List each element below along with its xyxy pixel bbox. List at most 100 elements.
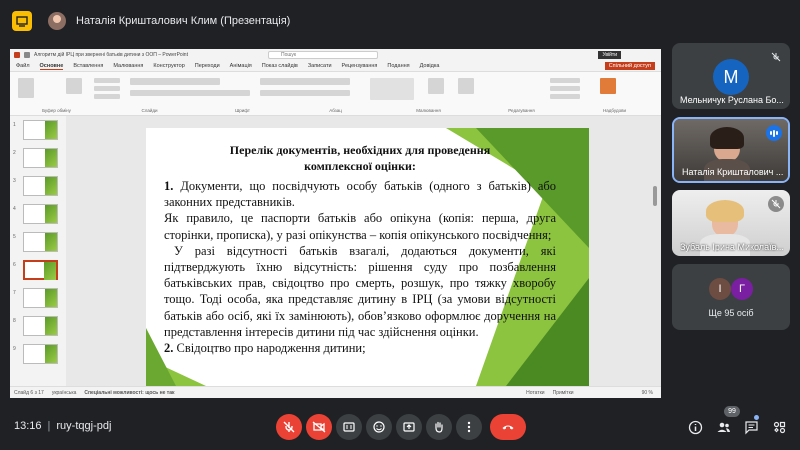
new-slide-button[interactable]	[66, 78, 82, 94]
paragraph-4-number: 2.	[164, 341, 174, 356]
ppt-menu-item[interactable]: Переходи	[195, 63, 220, 69]
alignment-buttons[interactable]	[260, 90, 350, 96]
ppt-search-input[interactable]: Пошук	[268, 51, 378, 59]
ppt-menu-item[interactable]: Записати	[308, 63, 332, 69]
slide-paragraph-4: 2. Свідоцтво про народження дитини;	[164, 340, 556, 356]
share-button[interactable]: Спільний доступ	[604, 62, 655, 70]
participant-hair	[706, 200, 744, 222]
thumbnail-number: 4	[13, 206, 16, 212]
thumbnail-number: 1	[13, 122, 16, 128]
font-format-row[interactable]	[130, 90, 250, 96]
reactions-button[interactable]	[366, 414, 392, 440]
hand-icon	[435, 421, 443, 433]
ppt-workspace: 1 2 3 4 5 6 7 8 9 Перелік документів, необхідних…	[10, 116, 661, 386]
ppt-menu-item[interactable]: Показ слайдів	[262, 63, 298, 69]
paste-button[interactable]	[18, 78, 34, 98]
slide-thumbnail[interactable]	[23, 176, 58, 196]
find-button[interactable]	[550, 78, 580, 83]
language-indicator[interactable]: українська	[52, 390, 77, 396]
participant-tile-3[interactable]: Зубаль Ірина Миколаїв...	[672, 190, 790, 256]
select-button[interactable]	[550, 94, 580, 99]
ppt-menu-item[interactable]: Подання	[387, 63, 409, 69]
activities-icon	[773, 421, 785, 433]
save-icon[interactable]	[24, 52, 30, 58]
raise-hand-button[interactable]	[426, 414, 452, 440]
leave-call-button[interactable]	[490, 414, 526, 440]
activities-button[interactable]	[770, 418, 788, 436]
others-tile[interactable]: І Г Ще 95 осіб	[672, 264, 790, 330]
muted-mic-icon	[768, 196, 784, 212]
meeting-details-button[interactable]	[686, 418, 704, 436]
chat-button[interactable]	[742, 418, 760, 436]
mic-toggle-button[interactable]	[276, 414, 302, 440]
ppt-menu-item[interactable]: Малювання	[113, 63, 143, 69]
people-button[interactable]	[714, 418, 732, 436]
thumbnail-number: 5	[13, 234, 16, 240]
zoom-level[interactable]: 90 %	[642, 390, 653, 396]
ppt-menu-item[interactable]: Анімація	[230, 63, 252, 69]
people-icon	[717, 422, 730, 432]
ribbon-group-labels: Буфер обміну Слайди Шрифт Абзац Малювання Ред…	[10, 108, 661, 113]
captions-button[interactable]	[336, 414, 362, 440]
reset-button[interactable]	[94, 86, 120, 91]
ppt-title-bar: Алгоритм дій ІРЦ при звернені батьків ди…	[10, 49, 661, 61]
thumbnail-number: 2	[13, 150, 16, 156]
ppt-menu-item[interactable]: Файл	[16, 63, 30, 69]
slide-thumbnail[interactable]	[23, 316, 58, 336]
slide-thumbnail[interactable]	[23, 232, 58, 252]
meeting-info: 13:16 | ruy-tqgj-pdj	[14, 420, 112, 432]
arrange-button[interactable]	[428, 78, 444, 94]
replace-button[interactable]	[550, 86, 580, 91]
ppt-menu-bar: Файл Основне Вставлення Малювання Конструкто…	[10, 61, 661, 72]
autosave-icon[interactable]	[14, 52, 20, 58]
font-name-select[interactable]	[130, 78, 220, 85]
present-icon	[403, 422, 415, 432]
ppt-ribbon: Буфер обміну Слайди Шрифт Абзац Малювання Ред…	[10, 72, 661, 116]
more-participants-label: Ще 95 осіб	[708, 308, 754, 318]
slide-thumbnail[interactable]	[23, 204, 58, 224]
ppt-menu-item[interactable]: Вставлення	[73, 63, 103, 69]
slide-text-box[interactable]: Перелік документів, необхідних для прове…	[164, 142, 556, 356]
clock: 13:16	[14, 420, 42, 432]
participant-tile-1[interactable]: М Мельничук Руслана Бо...	[672, 43, 790, 109]
ribbon-group-label: Надбудови	[603, 108, 626, 113]
shared-screen: Алгоритм дій ІРЦ при звернені батьків ди…	[10, 49, 661, 398]
meeting-code[interactable]: ruy-tqgj-pdj	[56, 420, 111, 432]
slide-thumbnail[interactable]	[23, 148, 58, 168]
camera-toggle-button[interactable]	[306, 414, 332, 440]
accessibility-status[interactable]: Спеціальні можливості: щось не так	[84, 390, 174, 396]
slide-thumbnail[interactable]	[23, 120, 58, 140]
addins-button[interactable]	[600, 78, 616, 94]
presentation-icon	[12, 11, 32, 31]
more-options-button[interactable]	[456, 414, 482, 440]
ppt-menu-item[interactable]: Основне	[39, 63, 64, 70]
slide-thumbnail[interactable]	[23, 344, 58, 364]
shapes-gallery[interactable]	[370, 78, 414, 100]
more-vert-icon	[467, 421, 471, 433]
thumbnail-number: 3	[13, 178, 16, 184]
signin-button[interactable]: Увійти	[598, 51, 621, 59]
participant-tile-2[interactable]: Наталія Кришталович ...	[672, 117, 790, 183]
ppt-menu-item[interactable]: Рецензування	[342, 63, 378, 69]
slide-thumbnail[interactable]	[23, 288, 58, 308]
section-button[interactable]	[94, 94, 120, 99]
slide-counter: Слайд 6 з 17	[14, 389, 44, 396]
slide-title-line2: комплексної оцінки:	[304, 159, 416, 173]
notes-button[interactable]: Нотатки	[526, 390, 544, 396]
list-buttons[interactable]	[260, 78, 350, 85]
ppt-menu-item[interactable]: Довідка	[420, 63, 440, 69]
info-icon	[688, 420, 702, 434]
ribbon-group-label: Шрифт	[235, 108, 250, 113]
quick-styles-button[interactable]	[458, 78, 474, 94]
thumbnail-number: 6	[13, 262, 16, 268]
present-now-button[interactable]	[396, 414, 422, 440]
layout-button[interactable]	[94, 78, 120, 83]
ppt-menu-item[interactable]: Конструктор	[153, 63, 184, 69]
slide-scrollbar[interactable]	[653, 146, 657, 346]
slide-thumbnail[interactable]	[23, 260, 58, 280]
participant-avatar: М	[713, 59, 749, 95]
document-title: Алгоритм дій ІРЦ при звернені батьків ди…	[34, 52, 188, 58]
ribbon-group-label: Слайди	[141, 108, 158, 113]
comments-button[interactable]: Примітки	[553, 390, 574, 396]
emoji-icon	[373, 421, 385, 433]
